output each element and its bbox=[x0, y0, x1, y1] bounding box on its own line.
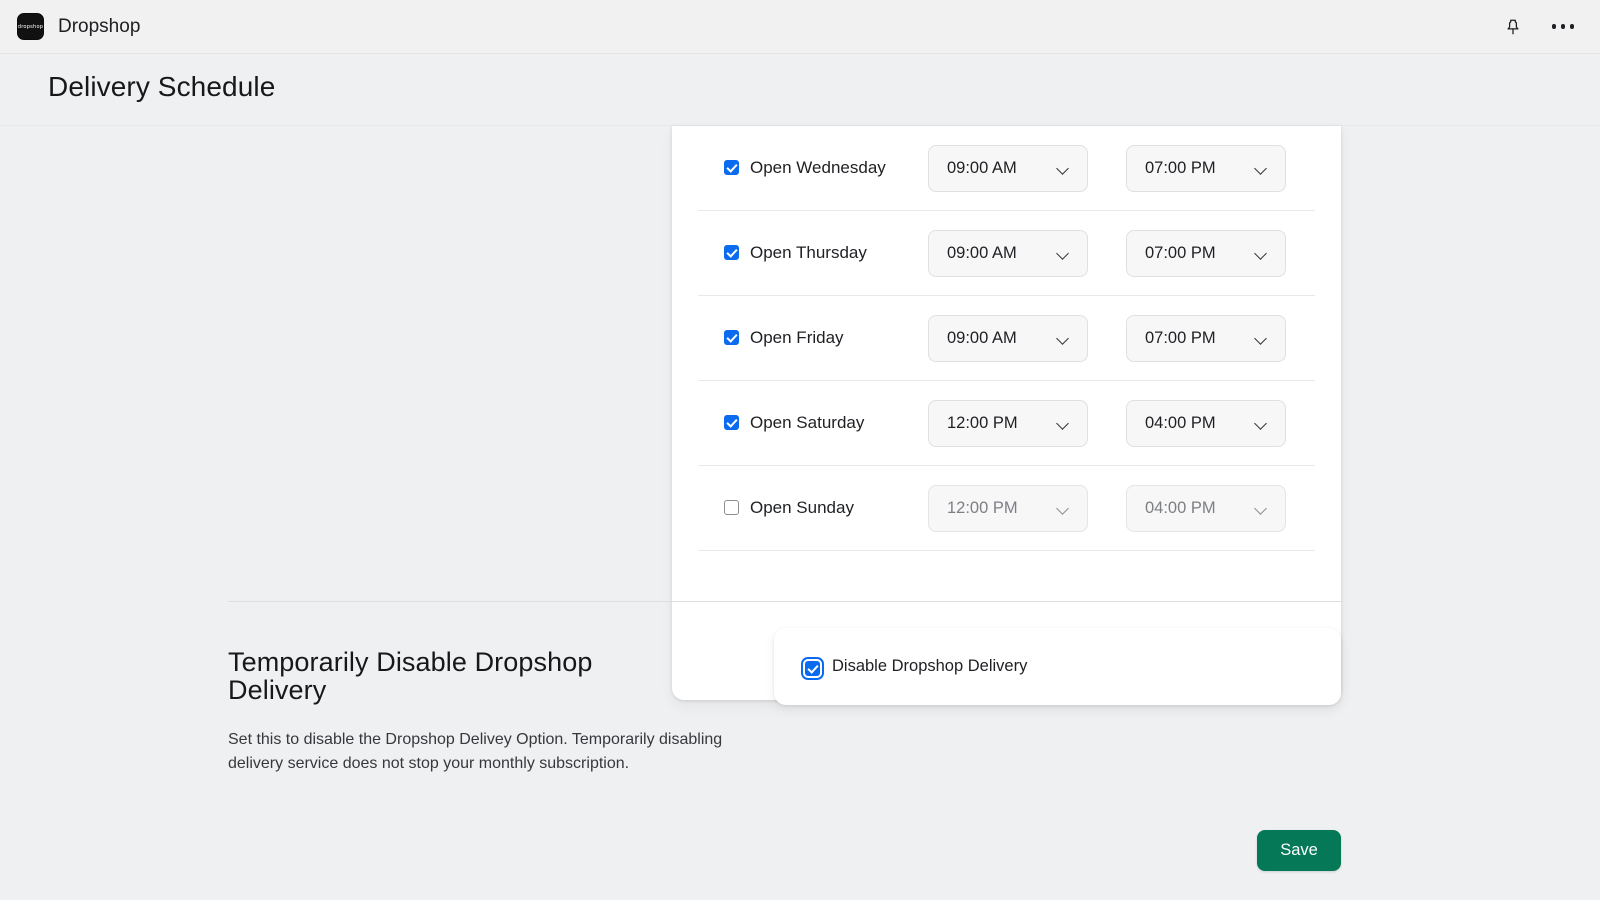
chevron-down-icon bbox=[1058, 163, 1069, 174]
closing-time-select-wrapper: 04:00 PM bbox=[1126, 485, 1286, 532]
opening-time-select-wrapper: 09:00 AM bbox=[928, 230, 1088, 277]
schedule-day-cell: Open Saturday bbox=[698, 412, 928, 434]
chevron-down-icon bbox=[1256, 163, 1267, 174]
open-day-label: Open Wednesday bbox=[750, 157, 886, 179]
schedule-day-cell: Open Sunday bbox=[698, 497, 928, 519]
app-bar-actions bbox=[1498, 12, 1600, 42]
schedule-row: Open Thursday 09:00 AM 07:00 PM bbox=[698, 211, 1315, 296]
closing-time-select-wrapper: 07:00 PM bbox=[1126, 230, 1286, 277]
closing-time-select-wrapper: 04:00 PM bbox=[1126, 400, 1286, 447]
closing-time-select-wrapper: 07:00 PM bbox=[1126, 145, 1286, 192]
opening-time-select[interactable]: 09:00 AM bbox=[928, 315, 1088, 362]
opening-time-select-value: 09:00 AM bbox=[947, 244, 1058, 263]
chevron-down-icon bbox=[1256, 333, 1267, 344]
opening-time-select-value: 12:00 PM bbox=[947, 414, 1058, 433]
closing-time-select[interactable]: 04:00 PM bbox=[1126, 400, 1286, 447]
disable-delivery-card: Disable Dropshop Delivery bbox=[774, 628, 1341, 705]
disable-delivery-row[interactable]: Disable Dropshop Delivery bbox=[805, 657, 1027, 676]
closing-time-select-value: 04:00 PM bbox=[1145, 414, 1256, 433]
closing-time-select-value: 07:00 PM bbox=[1145, 329, 1256, 348]
app-bar: dropshop Dropshop bbox=[0, 0, 1600, 54]
pin-icon[interactable] bbox=[1498, 12, 1528, 42]
schedule-row: Open Friday 09:00 AM 07:00 PM bbox=[698, 296, 1315, 381]
open-day-checkbox[interactable] bbox=[724, 160, 739, 175]
dropshop-logo-icon: dropshop bbox=[17, 13, 44, 40]
closing-time-select[interactable]: 07:00 PM bbox=[1126, 230, 1286, 277]
save-button[interactable]: Save bbox=[1257, 830, 1341, 871]
chevron-down-icon bbox=[1058, 248, 1069, 259]
open-day-label: Open Sunday bbox=[750, 497, 854, 519]
opening-time-select-value: 09:00 AM bbox=[947, 329, 1058, 348]
open-day-checkbox[interactable] bbox=[724, 245, 739, 260]
opening-time-select[interactable]: 09:00 AM bbox=[928, 145, 1088, 192]
opening-time-select[interactable]: 12:00 PM bbox=[928, 400, 1088, 447]
closing-time-select-value: 07:00 PM bbox=[1145, 159, 1256, 178]
open-day-label: Open Saturday bbox=[750, 412, 864, 434]
more-dots bbox=[1552, 24, 1575, 29]
open-day-checkbox[interactable] bbox=[724, 500, 739, 515]
page-title: Delivery Schedule bbox=[48, 71, 275, 103]
schedule-row: Open Wednesday 09:00 AM 07:00 PM bbox=[698, 126, 1315, 211]
chevron-down-icon bbox=[1256, 418, 1267, 429]
opening-time-select-wrapper: 09:00 AM bbox=[928, 145, 1088, 192]
logo-wordmark: dropshop bbox=[18, 23, 43, 29]
app-name-label: Dropshop bbox=[58, 16, 140, 38]
chevron-down-icon bbox=[1058, 333, 1069, 344]
section-title: Temporarily Disable Dropshop Delivery bbox=[228, 649, 658, 704]
app-bar-brand[interactable]: dropshop Dropshop bbox=[0, 13, 140, 40]
open-day-label: Open Friday bbox=[750, 327, 844, 349]
open-day-label: Open Thursday bbox=[750, 242, 867, 264]
closing-time-select: 04:00 PM bbox=[1126, 485, 1286, 532]
section-divider bbox=[228, 601, 1341, 602]
chevron-down-icon bbox=[1058, 418, 1069, 429]
schedule-row: Open Saturday 12:00 PM 04:00 PM bbox=[698, 381, 1315, 466]
closing-time-select[interactable]: 07:00 PM bbox=[1126, 145, 1286, 192]
more-options-icon[interactable] bbox=[1548, 12, 1578, 42]
chevron-down-icon bbox=[1256, 503, 1267, 514]
page-title-band: Delivery Schedule bbox=[0, 55, 1600, 126]
closing-time-select-wrapper: 07:00 PM bbox=[1126, 315, 1286, 362]
closing-time-select-value: 04:00 PM bbox=[1145, 499, 1256, 518]
opening-time-select-value: 12:00 PM bbox=[947, 499, 1058, 518]
opening-time-select-wrapper: 09:00 AM bbox=[928, 315, 1088, 362]
open-day-checkbox[interactable] bbox=[724, 330, 739, 345]
disable-delivery-label: Disable Dropshop Delivery bbox=[832, 657, 1027, 676]
schedule-rows: Open Wednesday09:00 AM07:00 PMOpen Thurs… bbox=[672, 126, 1341, 551]
schedule-day-cell: Open Friday bbox=[698, 327, 928, 349]
open-day-checkbox[interactable] bbox=[724, 415, 739, 430]
opening-time-select: 12:00 PM bbox=[928, 485, 1088, 532]
section-description: Set this to disable the Dropshop Delivey… bbox=[228, 728, 740, 777]
disable-delivery-info: Temporarily Disable Dropshop Delivery Se… bbox=[228, 649, 758, 777]
closing-time-select[interactable]: 07:00 PM bbox=[1126, 315, 1286, 362]
schedule-day-cell: Open Thursday bbox=[698, 242, 928, 264]
opening-time-select-wrapper: 12:00 PM bbox=[928, 400, 1088, 447]
schedule-day-cell: Open Wednesday bbox=[698, 157, 928, 179]
schedule-row: Open Sunday 12:00 PM 04:00 PM bbox=[698, 466, 1315, 551]
closing-time-select-value: 07:00 PM bbox=[1145, 244, 1256, 263]
chevron-down-icon bbox=[1256, 248, 1267, 259]
opening-time-select[interactable]: 09:00 AM bbox=[928, 230, 1088, 277]
opening-time-select-wrapper: 12:00 PM bbox=[928, 485, 1088, 532]
chevron-down-icon bbox=[1058, 503, 1069, 514]
delivery-schedule-card: Open Wednesday09:00 AM07:00 PMOpen Thurs… bbox=[672, 126, 1341, 700]
disable-delivery-checkbox[interactable] bbox=[805, 661, 820, 676]
main-content: Open Wednesday09:00 AM07:00 PMOpen Thurs… bbox=[0, 127, 1600, 900]
opening-time-select-value: 09:00 AM bbox=[947, 159, 1058, 178]
